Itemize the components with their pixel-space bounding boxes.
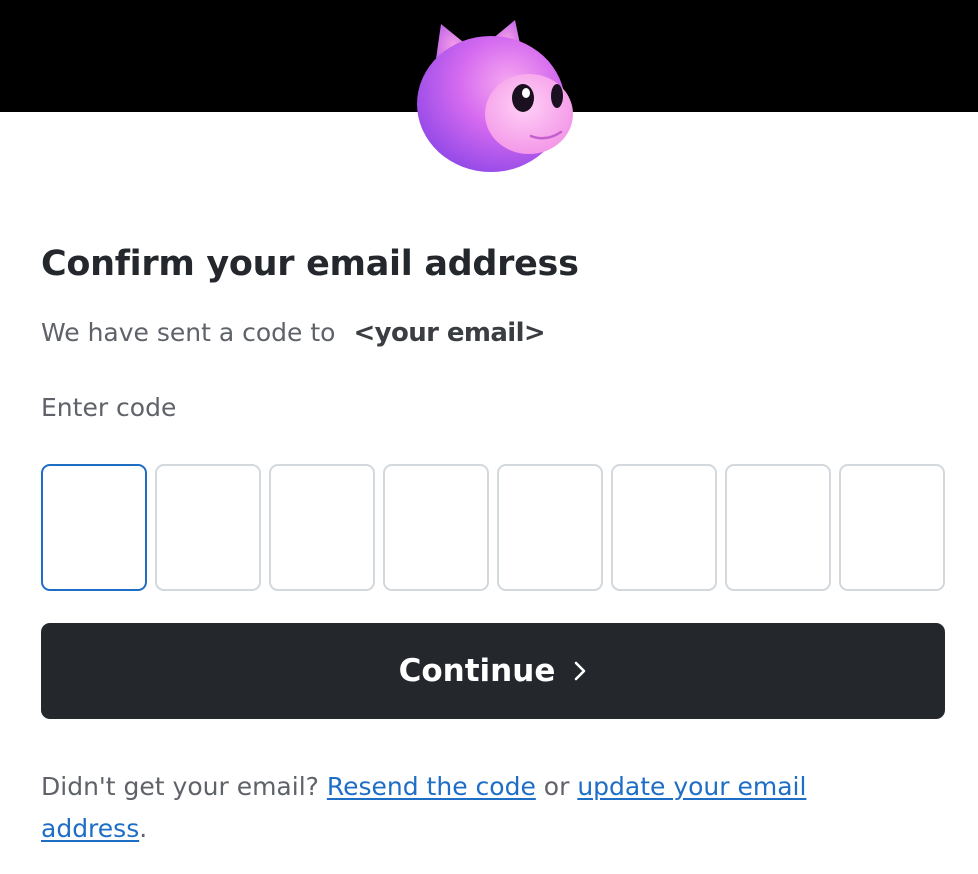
code-digit-7[interactable] (725, 464, 831, 591)
code-label: Enter code (41, 393, 177, 422)
code-digit-2[interactable] (155, 464, 261, 591)
code-digit-3[interactable] (269, 464, 375, 591)
page-title: Confirm your email address (41, 244, 579, 284)
code-digit-6[interactable] (611, 464, 717, 591)
cat-mascot-icon (417, 20, 573, 172)
resend-connector: or (543, 772, 570, 801)
code-digit-4[interactable] (383, 464, 489, 591)
resend-help-text: Didn't get your email? Resend the code o… (41, 766, 901, 850)
resend-code-link[interactable]: Resend the code (327, 772, 536, 801)
code-digit-1[interactable] (41, 464, 147, 591)
continue-label: Continue (398, 653, 556, 689)
code-input-row (41, 464, 945, 591)
code-sent-prefix: We have sent a code to (41, 318, 336, 347)
code-digit-8[interactable] (839, 464, 945, 591)
code-sent-message: We have sent a code to <your email> (41, 318, 546, 348)
chevron-right-icon (573, 660, 587, 682)
email-address: <your email> (353, 318, 546, 348)
code-digit-5[interactable] (497, 464, 603, 591)
resend-suffix: . (139, 814, 148, 843)
continue-button[interactable]: Continue (41, 623, 945, 719)
resend-prefix: Didn't get your email? (41, 772, 319, 801)
